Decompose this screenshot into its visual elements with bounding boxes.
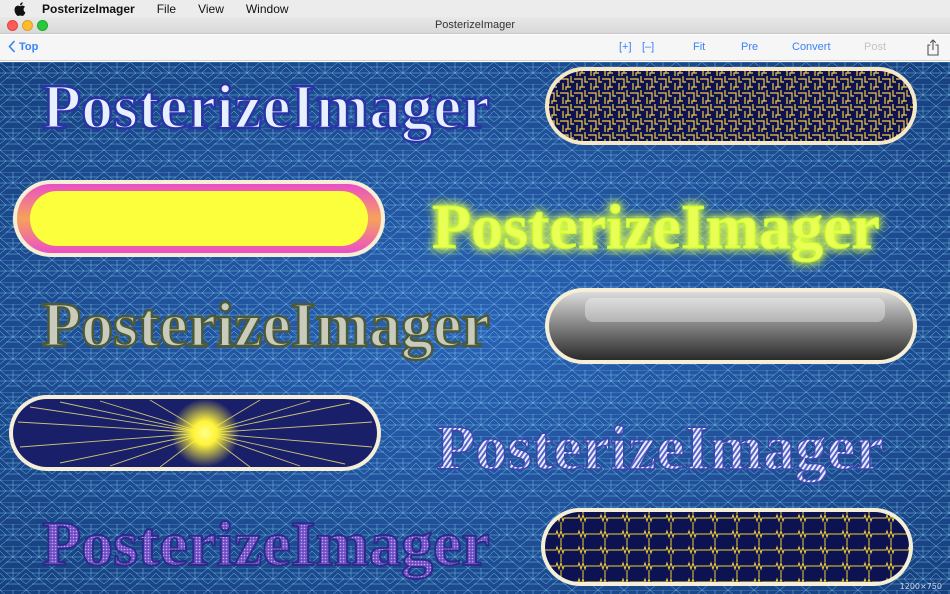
menu-bar: PosterizeImager File View Window [0,0,950,17]
post-button[interactable]: Post [864,41,886,53]
chevron-left-icon [8,40,16,53]
window-title: PosterizeImager [434,19,516,31]
wordmark-glow: PosterizeImager [432,191,880,262]
wordmark-outline: PosterizeImager [42,71,490,142]
apple-icon[interactable] [14,1,30,16]
pre-button[interactable]: Pre [741,41,758,53]
yellow-pill [30,191,368,246]
view-menu[interactable]: View [198,2,224,16]
zoom-in-button[interactable]: [+] [619,41,632,53]
share-button[interactable] [926,39,940,59]
fit-button[interactable]: Fit [693,41,705,53]
wordmark-metal: PosterizeImager [42,289,490,360]
back-button-label: Top [19,40,39,53]
circuit-pill [545,512,909,582]
toolbar: Top [+] [–] Fit Pre Convert Post [0,35,950,61]
convert-button[interactable]: Convert [792,41,831,53]
posterized-image: PosterizeImager PosterizeImager Posteriz… [0,62,950,594]
maze-pill [549,71,913,141]
back-button[interactable]: Top [8,40,38,53]
window-menu[interactable]: Window [246,2,289,16]
file-menu[interactable]: File [157,2,176,16]
title-bar: PosterizeImager [0,17,950,34]
app-menu[interactable]: PosterizeImager [42,2,135,16]
wordmark-striped: PosterizeImager [436,412,884,483]
image-size-label: 1200×750 [899,582,942,591]
wordmark-gradient: PosterizeImager [42,508,490,579]
image-canvas[interactable]: PosterizeImager PosterizeImager Posteriz… [0,62,950,594]
zoom-out-button[interactable]: [–] [642,41,654,53]
sunburst-center [171,399,239,467]
gray-pill-highlight [585,298,885,322]
share-icon [927,39,939,56]
